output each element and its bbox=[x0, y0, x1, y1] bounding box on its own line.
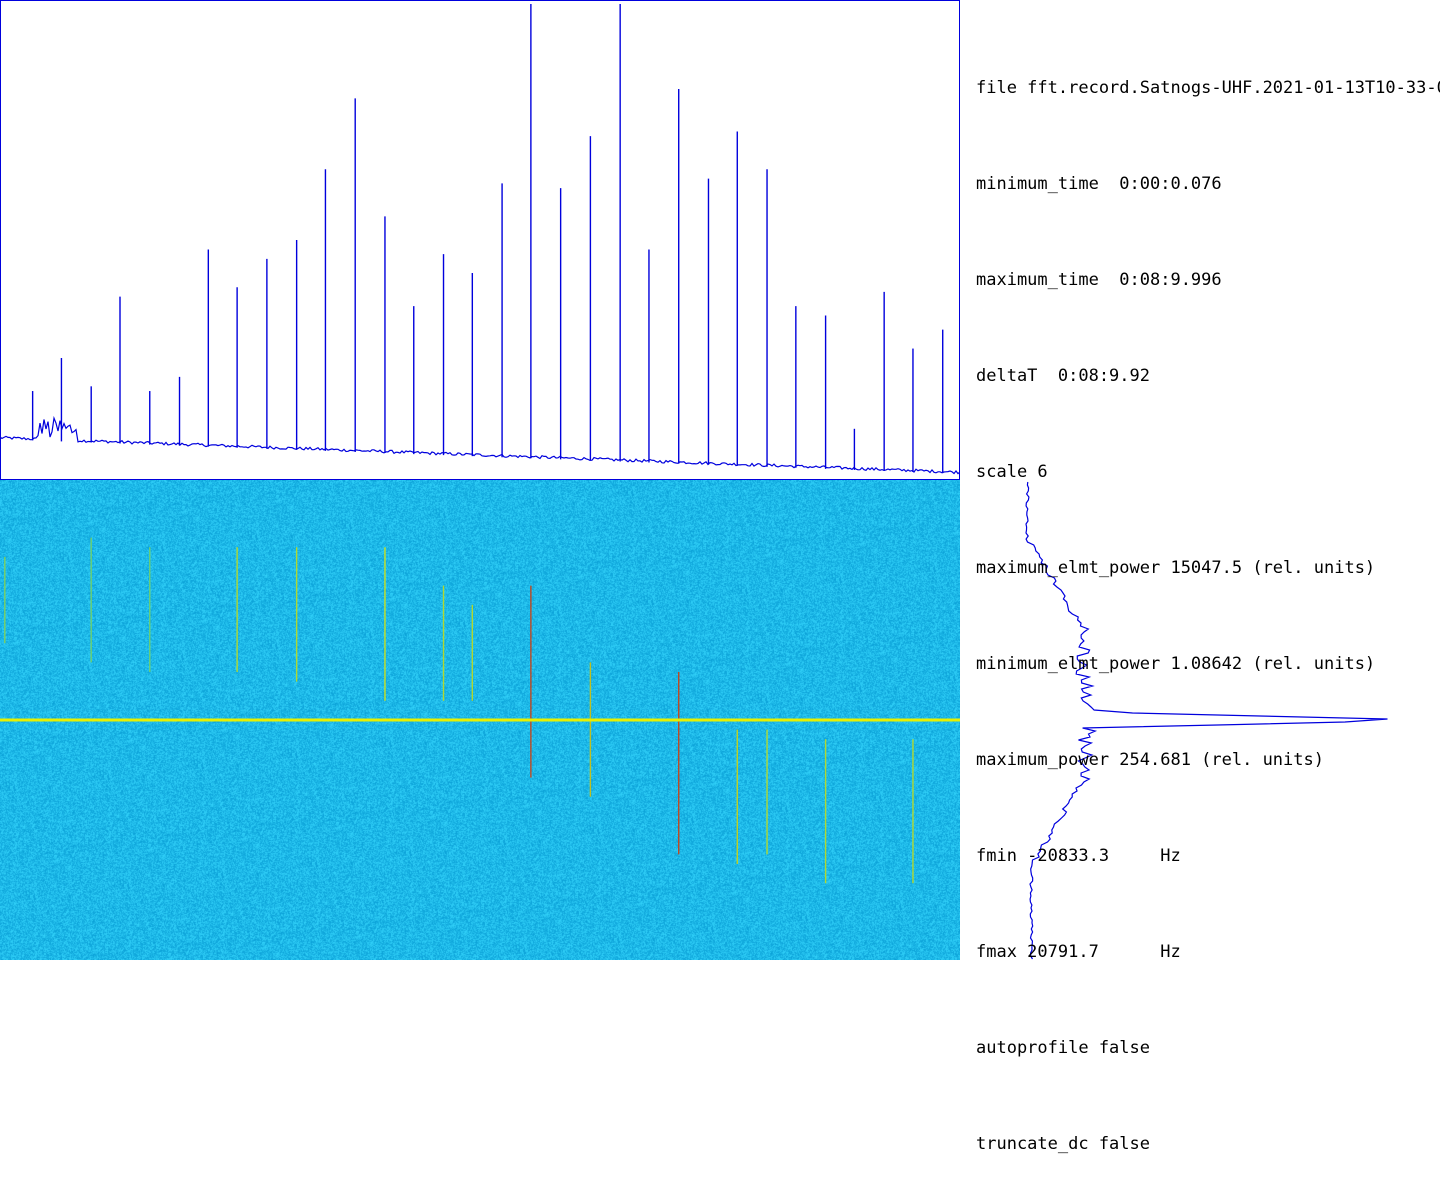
info-panel: file fft.record.Satnogs-UHF.2021-01-13T1… bbox=[976, 8, 1440, 1192]
info-maximum-elmt-power: maximum_elmt_power 15047.5 (rel. units) bbox=[976, 558, 1376, 578]
info-fmin: fmin -20833.3 Hz bbox=[976, 846, 1181, 866]
spectrum-plot bbox=[0, 0, 960, 480]
waterfall-traces bbox=[0, 537, 960, 884]
info-truncate-dc: truncate_dc false bbox=[976, 1134, 1150, 1154]
info-autoprofile: autoprofile false bbox=[976, 1038, 1150, 1058]
info-maximum-time: maximum_time 0:08:9.996 bbox=[976, 270, 1222, 290]
info-fmax: fmax 20791.7 Hz bbox=[976, 942, 1181, 962]
waterfall-plot bbox=[0, 480, 960, 960]
info-maximum-power: maximum_power 254.681 (rel. units) bbox=[976, 750, 1324, 770]
info-minimum-time: minimum_time 0:00:0.076 bbox=[976, 174, 1222, 194]
info-scale: scale 6 bbox=[976, 462, 1048, 482]
info-file: file fft.record.Satnogs-UHF.2021-01-13T1… bbox=[976, 78, 1440, 98]
spectrum-frame bbox=[0, 0, 960, 480]
info-minimum-elmt-power: minimum_elmt_power 1.08642 (rel. units) bbox=[976, 654, 1376, 674]
info-delta-t: deltaT 0:08:9.92 bbox=[976, 366, 1150, 386]
